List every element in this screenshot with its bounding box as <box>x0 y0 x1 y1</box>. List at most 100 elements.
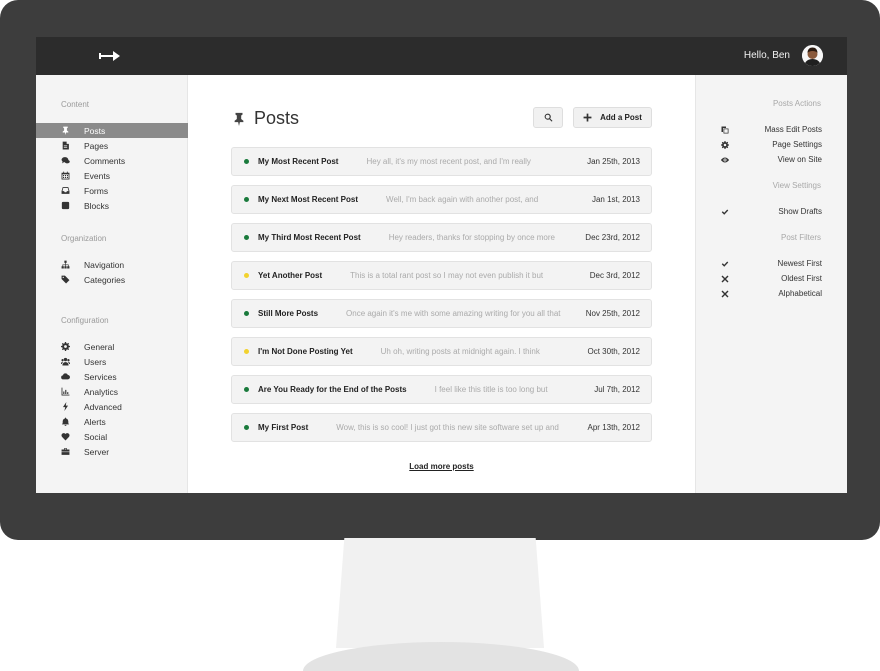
page-title: Posts <box>232 108 299 129</box>
post-row[interactable]: Yet Another Post This is a total rant po… <box>231 261 652 290</box>
post-row[interactable]: Still More Posts Once again it's me with… <box>231 299 652 328</box>
user-greeting: Hello, Ben <box>743 50 790 61</box>
cog-icon <box>720 140 730 150</box>
sidebar-item-users[interactable]: Users <box>36 354 188 369</box>
post-row[interactable]: My Next Most Recent Post Well, I'm back … <box>231 185 652 214</box>
post-title[interactable]: Still More Posts <box>258 309 318 318</box>
post-excerpt: Uh oh, writing posts at midnight again. … <box>380 347 540 356</box>
sidebar-item-events[interactable]: Events <box>36 168 188 183</box>
sidebar-item-server[interactable]: Server <box>36 444 188 459</box>
sidebar-item-navigation[interactable]: Navigation <box>36 257 188 272</box>
status-dot <box>244 197 249 202</box>
sidebar-item-comments[interactable]: Comments <box>36 153 188 168</box>
sidebar-item-label: Alerts <box>84 416 106 427</box>
post-title[interactable]: Yet Another Post <box>258 271 322 280</box>
post-date: Nov 25th, 2012 <box>585 309 640 318</box>
search-button[interactable] <box>533 107 563 128</box>
monitor-stand <box>336 538 544 648</box>
rightbar-heading-view-settings: View Settings <box>772 181 821 190</box>
action-label: Oldest First <box>781 274 822 283</box>
post-excerpt: Hey readers, thanks for stopping by once… <box>388 233 555 242</box>
post-excerpt: This is a total rant post so I may not e… <box>350 271 544 280</box>
sidebar-item-label: Forms <box>84 185 109 196</box>
sidebar-item-alerts[interactable]: Alerts <box>36 414 188 429</box>
tags-icon <box>60 274 71 285</box>
action-label: Newest First <box>777 259 822 268</box>
sidebar-item-general[interactable]: General <box>36 339 188 354</box>
post-date: Jan 1st, 2013 <box>591 195 640 204</box>
search-icon <box>544 113 553 122</box>
copy-icon <box>720 125 730 135</box>
app-screen: Hello, Ben Content Posts Pages Comments … <box>36 37 847 493</box>
post-date: Jan 25th, 2013 <box>587 157 640 166</box>
users-icon <box>60 356 71 367</box>
post-date: Oct 30th, 2012 <box>587 347 640 356</box>
sidebar-item-services[interactable]: Services <box>36 369 188 384</box>
post-excerpt: I feel like this title is too long but <box>434 385 548 394</box>
cog-icon <box>60 341 71 352</box>
rightbar-heading-post-filters: Post Filters <box>780 233 821 242</box>
post-date: Apr 13th, 2012 <box>587 423 640 432</box>
post-row[interactable]: My First Post Wow, this is so cool! I ju… <box>231 413 652 442</box>
sidebar-item-posts[interactable]: Posts <box>36 123 188 138</box>
filter-newest-first[interactable]: Newest First <box>696 257 847 270</box>
action-page-settings[interactable]: Page Settings <box>696 138 847 151</box>
post-row[interactable]: My Third Most Recent Post Hey readers, t… <box>231 223 652 252</box>
post-title[interactable]: My Most Recent Post <box>258 157 338 166</box>
sidebar-item-advanced[interactable]: Advanced <box>36 399 188 414</box>
post-title[interactable]: I'm Not Done Posting Yet <box>258 347 353 356</box>
action-mass-edit-posts[interactable]: Mass Edit Posts <box>696 123 847 136</box>
top-bar: Hello, Ben <box>36 37 847 75</box>
right-sidebar: Posts Actions Mass Edit Posts Page Setti… <box>695 75 847 493</box>
sidebar-item-label: Events <box>84 170 110 181</box>
post-title[interactable]: Are You Ready for the End of the Posts <box>258 385 407 394</box>
sidebar-item-label: Posts <box>84 125 106 136</box>
rightbar-heading-posts-actions: Posts Actions <box>772 99 821 108</box>
add-post-label: Add a Post <box>600 113 642 122</box>
post-date: Jul 7th, 2012 <box>594 385 640 394</box>
sidebar-item-label: Services <box>84 371 117 382</box>
toggle-show-drafts[interactable]: Show Drafts <box>696 205 847 218</box>
post-row[interactable]: Are You Ready for the End of the Posts I… <box>231 375 652 404</box>
post-row[interactable]: I'm Not Done Posting Yet Uh oh, writing … <box>231 337 652 366</box>
action-view-on-site[interactable]: View on Site <box>696 153 847 166</box>
inbox-icon <box>60 185 71 196</box>
x-icon <box>720 274 730 284</box>
check-icon <box>720 207 730 217</box>
filter-oldest-first[interactable]: Oldest First <box>696 272 847 285</box>
calendar-icon <box>60 170 71 181</box>
sidebar-item-label: Comments <box>84 155 126 166</box>
action-label: Page Settings <box>772 140 822 149</box>
stop-icon <box>60 200 71 211</box>
action-label: Alphabetical <box>778 289 822 298</box>
sidebar-item-social[interactable]: Social <box>36 429 188 444</box>
sidebar-item-label: General <box>84 341 115 352</box>
sidebar-item-label: Categories <box>84 274 126 285</box>
add-post-button[interactable]: Add a Post <box>573 107 652 128</box>
sidebar-item-forms[interactable]: Forms <box>36 183 188 198</box>
logo-arrow-icon[interactable] <box>98 48 122 64</box>
sidebar-item-analytics[interactable]: Analytics <box>36 384 188 399</box>
status-dot <box>244 273 249 278</box>
post-title[interactable]: My Next Most Recent Post <box>258 195 358 204</box>
sidebar-item-label: Blocks <box>84 200 110 211</box>
load-more-link[interactable]: Load more posts <box>188 462 695 471</box>
sidebar-item-label: Users <box>84 356 107 367</box>
sidebar-item-pages[interactable]: Pages <box>36 138 188 153</box>
post-title[interactable]: My Third Most Recent Post <box>258 233 361 242</box>
avatar[interactable] <box>802 45 823 66</box>
post-excerpt: Hey all, it's my most recent post, and I… <box>366 157 531 166</box>
post-row[interactable]: My Most Recent Post Hey all, it's my mos… <box>231 147 652 176</box>
status-dot <box>244 311 249 316</box>
main-content: Posts Add a Post My Most Recent Post Hey… <box>188 75 695 493</box>
filter-alphabetical[interactable]: Alphabetical <box>696 287 847 300</box>
post-title[interactable]: My First Post <box>258 423 308 432</box>
action-label: View on Site <box>777 155 822 164</box>
briefcase-icon <box>60 446 71 457</box>
sidebar-item-blocks[interactable]: Blocks <box>36 198 188 213</box>
pin-icon <box>60 125 71 136</box>
sidebar-item-categories[interactable]: Categories <box>36 272 188 287</box>
bell-icon <box>60 416 71 427</box>
pin-icon <box>232 111 246 127</box>
post-excerpt: Once again it's me with some amazing wri… <box>346 309 561 318</box>
